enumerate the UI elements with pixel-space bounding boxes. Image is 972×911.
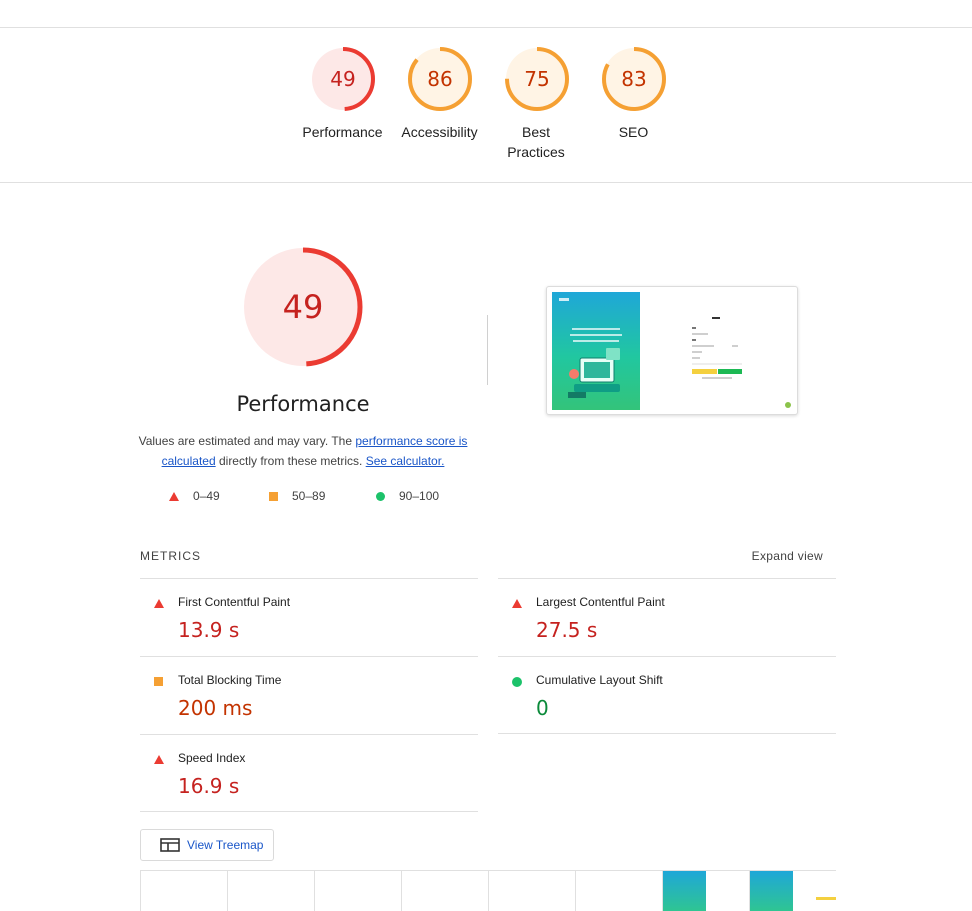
- legend-pass: 90–100: [376, 488, 439, 504]
- performance-title: Performance: [236, 392, 370, 416]
- fail-triangle-icon: [169, 491, 179, 501]
- filmstrip-frame: [140, 871, 228, 911]
- metric-largest-contentful-paint: Largest Contentful Paint 27.5 s: [498, 579, 836, 655]
- filmstrip-thumbnail: [663, 871, 706, 911]
- view-treemap-label: View Treemap: [187, 838, 264, 852]
- metric-name: Cumulative Layout Shift: [536, 673, 663, 687]
- metric-first-contentful-paint: First Contentful Paint 13.9 s: [140, 579, 478, 655]
- gauge-best-practices-label: Best Practices: [507, 124, 565, 160]
- metric-total-blocking-time: Total Blocking Time 200 ms: [140, 657, 478, 733]
- gauge-accessibility-score: 86: [427, 67, 452, 91]
- screenshot-badge-icon: [785, 402, 791, 408]
- metrics-divider: [498, 733, 836, 734]
- screenshot-green-button: [718, 369, 742, 374]
- gauge-seo[interactable]: 83 SEO: [585, 46, 682, 142]
- desc-mid: directly from these metrics.: [215, 454, 366, 468]
- metric-value: 0: [536, 696, 549, 720]
- screenshot-login-form: [692, 317, 742, 379]
- filmstrip-frame: [662, 871, 750, 911]
- metric-cumulative-layout-shift: Cumulative Layout Shift 0: [498, 657, 836, 733]
- filmstrip-thumbnail: [750, 871, 793, 911]
- gauges-divider: [0, 182, 972, 183]
- gauge-seo-ring: 83: [601, 47, 666, 111]
- performance-description: Values are estimated and may vary. The p…: [137, 431, 469, 471]
- gauge-seo-score: 83: [621, 67, 646, 91]
- metric-name: Largest Contentful Paint: [536, 595, 665, 609]
- gauge-best-practices-ring: 75: [504, 47, 569, 111]
- metric-name: First Contentful Paint: [178, 595, 291, 609]
- expand-view-button[interactable]: Expand view: [700, 549, 823, 563]
- gauge-accessibility-ring: 86: [407, 47, 472, 111]
- vertical-divider: [487, 315, 488, 385]
- screenshot-illustration: [568, 348, 620, 398]
- legend-fail-label: 0–49: [193, 489, 220, 503]
- filmstrip-frame: [488, 871, 576, 911]
- gauge-best-practices-score: 75: [524, 67, 549, 91]
- metric-value: 200 ms: [178, 696, 253, 720]
- gauge-performance-label: Performance: [302, 124, 383, 140]
- metrics-divider: [140, 811, 478, 812]
- legend-fail: 0–49: [169, 488, 220, 504]
- gauge-accessibility[interactable]: 86 Accessibility: [391, 46, 488, 142]
- filmstrip-frame: [314, 871, 402, 911]
- metrics-title: METRICS: [140, 549, 201, 563]
- metric-value: 16.9 s: [178, 774, 240, 798]
- final-screenshot[interactable]: [546, 286, 798, 415]
- see-calculator-link[interactable]: See calculator.: [366, 454, 445, 468]
- filmstrip-frame: [401, 871, 489, 911]
- filmstrip-frame: [749, 871, 836, 911]
- fail-triangle-icon: [512, 599, 522, 608]
- screenshot-yellow-button: [692, 369, 717, 374]
- view-treemap-button[interactable]: View Treemap: [140, 829, 274, 861]
- metric-name: Speed Index: [178, 751, 246, 765]
- gauge-best-practices[interactable]: 75 Best Practices: [488, 46, 585, 162]
- gauge-performance[interactable]: 49 Performance: [294, 46, 391, 142]
- metric-name: Total Blocking Time: [178, 673, 282, 687]
- category-gauges: 49 Performance 86 Accessibility 75 Best …: [0, 28, 972, 182]
- average-square-icon: [154, 677, 163, 686]
- filmstrip: [140, 870, 836, 911]
- legend-average: 50–89: [269, 488, 325, 504]
- performance-gauge: 49: [243, 247, 363, 367]
- metric-speed-index: Speed Index 16.9 s: [140, 735, 478, 811]
- average-square-icon: [269, 491, 278, 501]
- legend-pass-label: 90–100: [399, 489, 440, 503]
- legend-average-label: 50–89: [292, 489, 326, 503]
- gauge-seo-label: SEO: [618, 124, 649, 140]
- screenshot-hero-panel: [552, 292, 640, 410]
- metric-value: 13.9 s: [178, 618, 240, 642]
- gauge-performance-ring: 49: [310, 47, 375, 111]
- fail-triangle-icon: [154, 755, 164, 764]
- pass-circle-icon: [512, 677, 522, 687]
- desc-prefix: Values are estimated and may vary. The: [138, 434, 356, 448]
- filmstrip-frame: [227, 871, 315, 911]
- fail-triangle-icon: [154, 599, 164, 608]
- metric-value: 27.5 s: [536, 618, 598, 642]
- pass-circle-icon: [376, 491, 385, 501]
- gauge-accessibility-label: Accessibility: [401, 124, 478, 140]
- treemap-icon: [160, 838, 180, 852]
- filmstrip-frame: [575, 871, 663, 911]
- filmstrip-thumbnail-button: [816, 897, 836, 900]
- gauge-performance-score: 49: [330, 67, 355, 91]
- performance-gauge-score: 49: [283, 288, 324, 326]
